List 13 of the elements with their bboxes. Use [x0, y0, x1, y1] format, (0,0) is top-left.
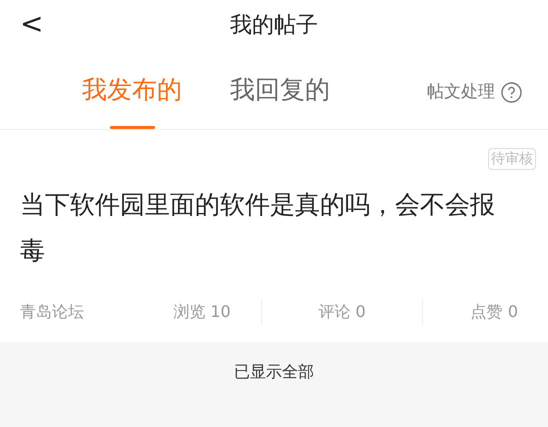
comment-count: 评论 0 — [317, 301, 367, 323]
view-count: 浏览 10 — [172, 301, 232, 323]
back-button[interactable]: < — [20, 8, 44, 40]
post-title[interactable]: 当下软件园里面的软件是真的吗，会不会报毒 — [20, 182, 528, 274]
post-action-button[interactable]: 帖文处理 — [427, 80, 522, 106]
tab[interactable]: 我回复的 — [230, 50, 330, 129]
forum-name: 青岛论坛 — [20, 301, 85, 323]
end-of-list-text: 已显示全部 — [234, 361, 314, 382]
status-tag: 待审核 — [488, 148, 536, 170]
like-count: 点赞 0 — [470, 301, 519, 323]
tab-indicator — [110, 126, 154, 129]
help-icon — [501, 82, 522, 104]
page-title: 我的帖子 — [230, 12, 318, 40]
